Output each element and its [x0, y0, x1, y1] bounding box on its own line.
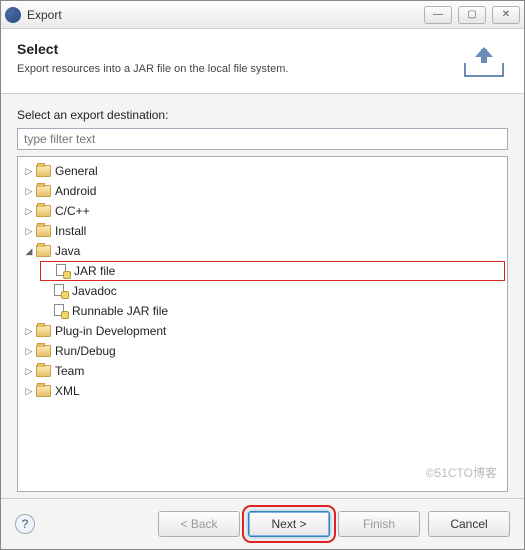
destination-tree[interactable]: ▷General ▷Android ▷C/C++ ▷Install ◢Java …: [17, 156, 508, 492]
folder-icon: [36, 205, 51, 217]
next-button[interactable]: Next >: [248, 511, 330, 537]
export-icon: [460, 41, 508, 77]
folder-icon: [36, 245, 51, 257]
close-button[interactable]: ✕: [492, 6, 520, 24]
watermark: ©51CTO博客: [426, 464, 497, 481]
tree-node-javadoc[interactable]: Javadoc: [40, 281, 505, 301]
tree-node-jar-file[interactable]: JAR file: [40, 261, 505, 281]
folder-icon: [36, 365, 51, 377]
wizard-footer: ? < Back Next > Finish Cancel: [1, 498, 524, 549]
tree-node-java[interactable]: ◢Java: [22, 241, 505, 261]
help-button[interactable]: ?: [15, 514, 35, 534]
banner-heading: Select: [17, 41, 450, 57]
minimize-button[interactable]: —: [424, 6, 452, 24]
tree-node-run-debug[interactable]: ▷Run/Debug: [22, 341, 505, 361]
export-dialog: Export — ▢ ✕ Select Export resources int…: [0, 0, 525, 550]
window-title: Export: [27, 8, 424, 22]
folder-icon: [36, 185, 51, 197]
wizard-body: Select an export destination: ▷General ▷…: [1, 94, 524, 498]
wizard-banner: Select Export resources into a JAR file …: [1, 29, 524, 94]
eclipse-icon: [5, 7, 21, 23]
tree-node-general[interactable]: ▷General: [22, 161, 505, 181]
maximize-button[interactable]: ▢: [458, 6, 486, 24]
tree-node-runnable-jar[interactable]: Runnable JAR file: [40, 301, 505, 321]
finish-button[interactable]: Finish: [338, 511, 420, 537]
back-button[interactable]: < Back: [158, 511, 240, 537]
cancel-button[interactable]: Cancel: [428, 511, 510, 537]
folder-icon: [36, 165, 51, 177]
tree-node-plugin-dev[interactable]: ▷Plug-in Development: [22, 321, 505, 341]
tree-node-install[interactable]: ▷Install: [22, 221, 505, 241]
destination-label: Select an export destination:: [17, 108, 508, 122]
runnable-jar-icon: [54, 304, 68, 318]
javadoc-icon: [54, 284, 68, 298]
tree-node-android[interactable]: ▷Android: [22, 181, 505, 201]
tree-node-team[interactable]: ▷Team: [22, 361, 505, 381]
banner-description: Export resources into a JAR file on the …: [17, 63, 450, 75]
folder-icon: [36, 385, 51, 397]
titlebar: Export — ▢ ✕: [1, 1, 524, 29]
folder-icon: [36, 325, 51, 337]
jar-file-icon: [56, 264, 70, 278]
folder-icon: [36, 345, 51, 357]
folder-icon: [36, 225, 51, 237]
tree-node-xml[interactable]: ▷XML: [22, 381, 505, 401]
filter-input[interactable]: [17, 128, 508, 150]
tree-node-ccpp[interactable]: ▷C/C++: [22, 201, 505, 221]
